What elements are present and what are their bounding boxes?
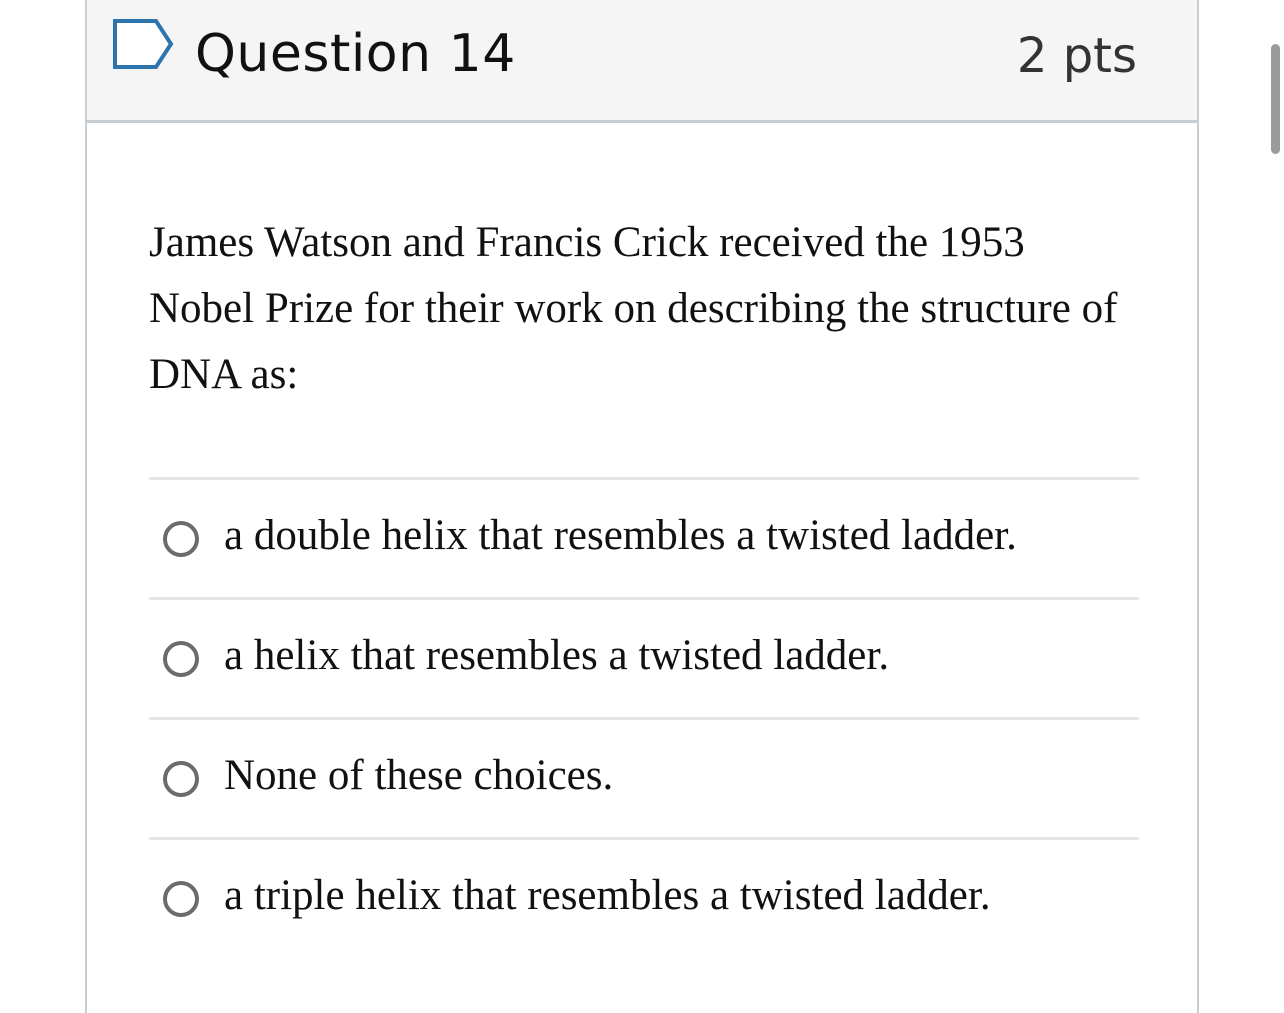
flag-question-icon[interactable] [112, 18, 174, 70]
answer-list: a double helix that resembles a twisted … [149, 477, 1139, 957]
radio-button[interactable] [163, 641, 199, 677]
question-card: Question 14 2 pts James Watson and Franc… [85, 0, 1199, 1013]
answer-option[interactable]: a triple helix that resembles a twisted … [149, 837, 1139, 957]
answer-option[interactable]: a helix that resembles a twisted ladder. [149, 597, 1139, 717]
answer-label[interactable]: a double helix that resembles a twisted … [224, 508, 1017, 564]
radio-button[interactable] [163, 521, 199, 557]
answer-label[interactable]: a triple helix that resembles a twisted … [224, 868, 991, 924]
question-points: 2 pts [1016, 28, 1137, 84]
question-title: Question 14 [195, 24, 516, 84]
quiz-page: Question 14 2 pts James Watson and Franc… [0, 0, 1284, 1013]
answer-option[interactable]: None of these choices. [149, 717, 1139, 837]
radio-button[interactable] [163, 761, 199, 797]
scrollbar[interactable] [1264, 0, 1284, 1013]
scrollbar-thumb[interactable] [1271, 44, 1280, 154]
answer-label[interactable]: a helix that resembles a twisted ladder. [224, 628, 889, 684]
answer-option[interactable]: a double helix that resembles a twisted … [149, 477, 1139, 597]
question-header: Question 14 2 pts [87, 0, 1197, 123]
question-text: James Watson and Francis Crick received … [149, 219, 1118, 398]
answer-label[interactable]: None of these choices. [224, 748, 613, 804]
radio-button[interactable] [163, 881, 199, 917]
